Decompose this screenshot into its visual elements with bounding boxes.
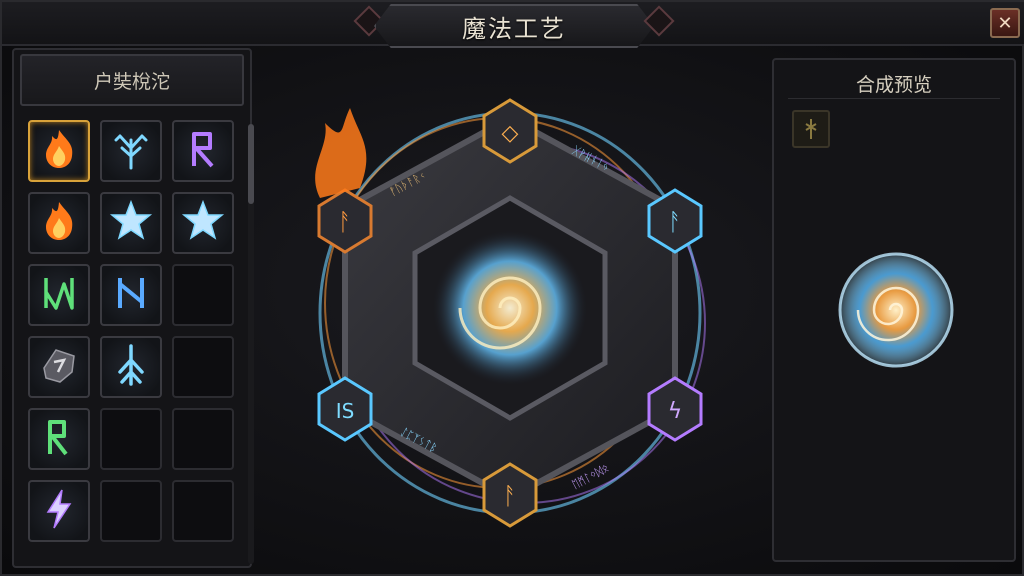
- ice-crystal-icon: [108, 198, 154, 248]
- inventory-slot-empty[interactable]: [100, 480, 162, 542]
- preview-divider: [788, 98, 1000, 99]
- rune-small-icon: [805, 119, 817, 139]
- inventory-slot-empty[interactable]: [100, 408, 162, 470]
- inventory-slot[interactable]: [100, 120, 162, 182]
- blue-rune-icon: [108, 270, 154, 320]
- preview-panel: 合成预览: [772, 58, 1016, 562]
- inventory-panel: 户奘梲沱: [12, 48, 254, 568]
- game-window: 魔法工艺 ✕ 户奘梲沱 ᚠᚢᚦᚨᚱᚲ ᚷᚹᚺᚾᛁᛃ ᛇᛈᛉᛊᛏᛒ ᛖᛗᛚᛜᛞᛟ …: [0, 0, 1024, 576]
- preview-title: 合成预览: [855, 74, 932, 96]
- svg-text:◇: ◇: [502, 121, 519, 146]
- inventory-grid: [28, 120, 238, 542]
- vortex-core: [432, 230, 588, 386]
- fire-icon: [36, 126, 82, 176]
- inventory-slot-empty[interactable]: [172, 336, 234, 398]
- svg-text:ᚨ: ᚨ: [668, 208, 682, 236]
- svg-text:IS: IS: [336, 399, 355, 423]
- ice-crystal-icon: [180, 198, 226, 248]
- inventory-slot-empty[interactable]: [172, 408, 234, 470]
- svg-text:ᚨ: ᚨ: [338, 208, 352, 236]
- stone-rune-icon: [36, 342, 82, 392]
- inventory-slot[interactable]: [100, 264, 162, 326]
- inventory-scrollbar[interactable]: [248, 124, 254, 564]
- inventory-slot[interactable]: [100, 336, 162, 398]
- inventory-slot[interactable]: [28, 120, 90, 182]
- scroll-thumb[interactable]: [248, 124, 254, 204]
- inventory-slot[interactable]: [28, 336, 90, 398]
- preview-ingredient-slot[interactable]: [792, 110, 830, 148]
- fire-icon: [36, 198, 82, 248]
- inventory-slot-empty[interactable]: [172, 480, 234, 542]
- close-button[interactable]: ✕: [990, 8, 1020, 38]
- green-rune-r-icon: [36, 414, 82, 464]
- arcane-orb-icon: [838, 252, 954, 368]
- crafting-area: ᚠᚢᚦᚨᚱᚲ ᚷᚹᚺᚾᛁᛃ ᛇᛈᛉᛊᛏᛒ ᛖᛗᛚᛜᛞᛟ ◇ ᚨ ᚨ IS ϟ ᚨ: [260, 48, 764, 570]
- green-rune-icon: [36, 270, 82, 320]
- window-title: 魔法工艺: [462, 14, 566, 43]
- inventory-slot[interactable]: [28, 264, 90, 326]
- purple-rune-icon: [180, 126, 226, 176]
- title-bar: 魔法工艺 ✕: [2, 2, 1024, 48]
- inventory-slot-empty[interactable]: [172, 264, 234, 326]
- title-plate: 魔法工艺: [374, 4, 654, 48]
- svg-text:ϟ: ϟ: [668, 399, 683, 424]
- inventory-slot[interactable]: [28, 480, 90, 542]
- inventory-slot[interactable]: [172, 120, 234, 182]
- inventory-slot[interactable]: [100, 192, 162, 254]
- ice-shard-icon: [108, 342, 154, 392]
- inventory-slot[interactable]: [28, 408, 90, 470]
- flame-effect: [315, 108, 367, 198]
- inventory-slot[interactable]: [28, 192, 90, 254]
- inventory-slot[interactable]: [172, 192, 234, 254]
- svg-text:ᚨ: ᚨ: [503, 482, 517, 510]
- inventory-title: 户奘梲沱: [20, 54, 244, 106]
- lightning-icon: [36, 486, 82, 536]
- frost-branch-icon: [108, 126, 154, 176]
- rune-circle: ᚠᚢᚦᚨᚱᚲ ᚷᚹᚺᚾᛁᛃ ᛇᛈᛉᛊᛏᛒ ᛖᛗᛚᛜᛞᛟ ◇ ᚨ ᚨ IS ϟ ᚨ: [315, 98, 706, 528]
